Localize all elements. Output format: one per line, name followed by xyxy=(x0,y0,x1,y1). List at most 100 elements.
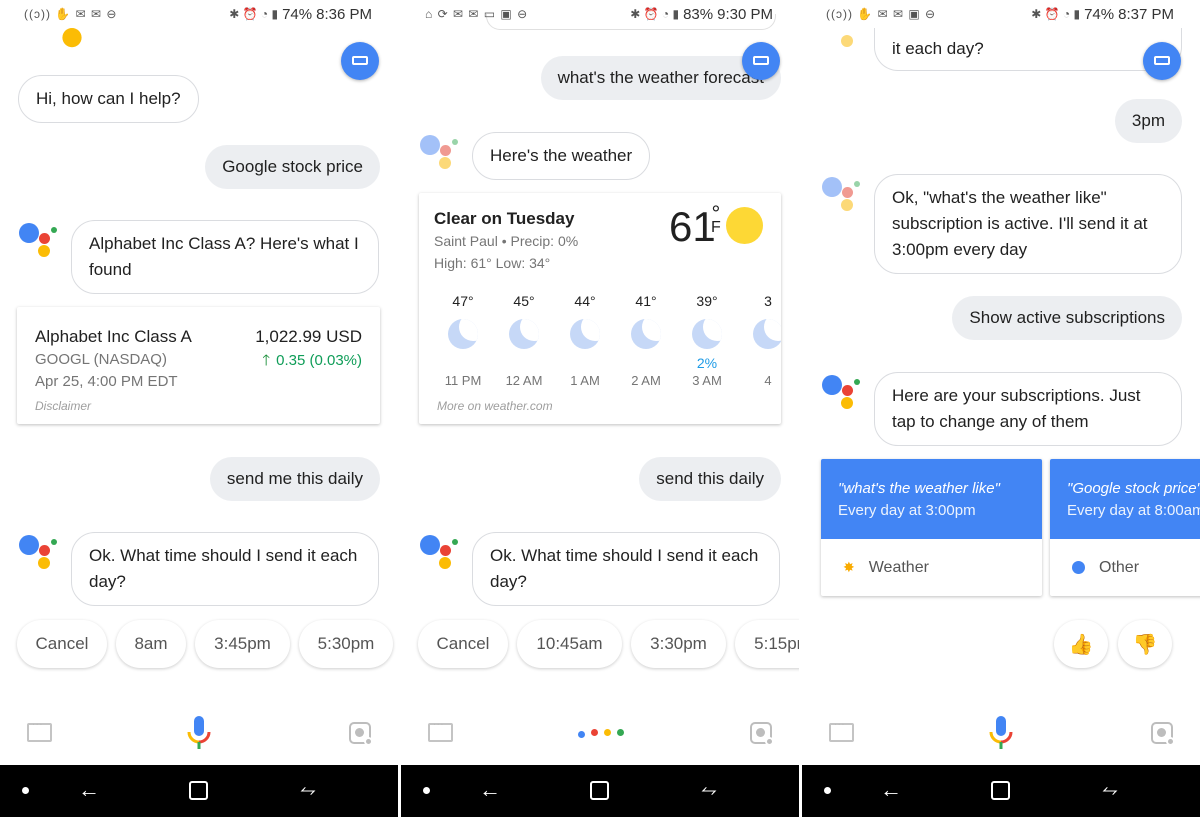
navigation-bar: ← ⥊ xyxy=(401,765,799,817)
weather-high-low: High: 61° Low: 34° xyxy=(434,255,551,271)
hour-time: 12 AM xyxy=(505,373,543,388)
home-icon[interactable] xyxy=(189,781,208,800)
system-icons: ✱ ⏰ ◔ ▮ xyxy=(229,7,279,21)
keyboard-icon[interactable] xyxy=(27,719,52,742)
back-icon[interactable]: ← xyxy=(479,777,501,803)
clock: 9:30 PM xyxy=(717,5,773,23)
moon-icon xyxy=(631,319,661,349)
system-icons: ✱ ⏰ ◔ ▮ xyxy=(630,7,680,21)
microphone-icon[interactable] xyxy=(988,716,1014,750)
battery-level: 83% xyxy=(683,5,714,23)
input-bar xyxy=(401,700,799,765)
subscription-card[interactable]: "what's the weather like" Every day at 3:… xyxy=(821,459,1042,596)
keyboard-icon[interactable] xyxy=(829,719,854,742)
home-icon[interactable] xyxy=(590,781,609,800)
suggestion-chip[interactable]: 5:15pm xyxy=(735,620,799,668)
assistant-message: Ok, "what's the weather like" subscripti… xyxy=(874,174,1182,274)
hourly-forecast: 47° 11 PM 45° 12 AM 44° 1 AM 41° 2 AM 39° 2% 3 AM 3… xyxy=(419,293,781,403)
assistant-greeting: Hi, how can I help? xyxy=(18,75,199,123)
clock: 8:36 PM xyxy=(316,5,372,23)
suggestion-chip-cancel[interactable]: Cancel xyxy=(418,620,508,668)
nav-dot-icon[interactable] xyxy=(824,787,831,794)
notification-icons: ((ↄ)) ✋ ✉ ✉ ⊖ xyxy=(24,7,118,21)
subscription-category: Weather xyxy=(868,558,929,576)
hour-time: 3 AM xyxy=(692,373,722,388)
system-icons: ✱ ⏰ ◔ ▮ xyxy=(1031,7,1081,21)
forecast-hour: 47° 11 PM xyxy=(438,293,488,388)
thumbs-down-icon: 👎 xyxy=(1132,633,1158,656)
stock-card[interactable]: Alphabet Inc Class A GOOGL (NASDAQ) Apr … xyxy=(17,307,380,424)
keyboard-toggle-button[interactable] xyxy=(742,42,780,80)
hour-temp: 3 xyxy=(764,293,772,309)
unit-label: F xyxy=(711,219,721,236)
user-message: Show active subscriptions xyxy=(952,296,1182,340)
thumbs-up-button[interactable]: 👍 xyxy=(1054,620,1108,668)
assistant-message: Here are your subscriptions. Just tap to… xyxy=(874,372,1182,446)
assistant-logo xyxy=(19,220,59,260)
keyboard-icon[interactable] xyxy=(428,719,453,742)
assistant-logo xyxy=(822,372,862,412)
stock-change: 🡑 0.35 (0.03%) xyxy=(262,350,362,375)
nav-dot-icon[interactable] xyxy=(22,787,29,794)
keyboard-toggle-button[interactable] xyxy=(1143,42,1181,80)
hour-temp: 41° xyxy=(635,293,657,309)
battery-level: 74% xyxy=(1084,5,1115,23)
assistant-message: Ok. What time should I send it each day? xyxy=(71,532,379,606)
moon-icon xyxy=(753,319,781,349)
weather-card[interactable]: Clear on Tuesday Saint Paul • Precip: 0%… xyxy=(419,193,781,424)
nav-dot-icon[interactable] xyxy=(423,787,430,794)
keyboard-toggle-button[interactable] xyxy=(341,42,379,80)
weather-location: Saint Paul • Precip: 0% xyxy=(434,233,579,249)
suggestion-chip[interactable]: 8am xyxy=(116,620,186,668)
user-message: send this daily xyxy=(639,457,781,501)
stock-disclaimer-link[interactable]: Disclaimer xyxy=(35,399,91,413)
subscription-query: "Google stock price" xyxy=(1067,480,1200,497)
phone-screen-weather: ⌂ ⟳ ✉ ✉ ▭ ▣ ⊖ ✱ ⏰ ◔ ▮ 83% 9:30 PM what's t… xyxy=(401,0,799,817)
weather-more-link[interactable]: More on weather.com xyxy=(437,399,553,413)
moon-icon xyxy=(509,319,539,349)
assistant-logo xyxy=(19,532,59,572)
forecast-hour: 34 xyxy=(743,293,781,388)
home-icon[interactable] xyxy=(991,781,1010,800)
notification-icons: ((ↄ)) ✋ ✉ ✉ ▣ ⊖ xyxy=(826,7,937,21)
lens-icon[interactable] xyxy=(750,722,774,746)
weather-icon: ✸ xyxy=(843,559,855,575)
recents-icon[interactable]: ⥊ xyxy=(300,779,316,802)
phone-screen-stock: ((ↄ)) ✋ ✉ ✉ ⊖ ✱ ⏰ ◔ ▮ 74% 8:36 PM Hi, how … xyxy=(0,0,398,817)
battery-level: 74% xyxy=(282,5,313,23)
back-icon[interactable]: ← xyxy=(880,777,902,803)
suggestion-chip-cancel[interactable]: Cancel xyxy=(17,620,107,668)
sun-icon xyxy=(726,207,763,244)
thumbs-down-button[interactable]: 👎 xyxy=(1118,620,1172,668)
assistant-logo xyxy=(822,174,862,214)
suggestion-chip[interactable]: 10:45am xyxy=(517,620,622,668)
arrow-up-icon: 🡑 xyxy=(262,352,271,369)
hour-precip xyxy=(499,355,549,373)
status-bar: ⌂ ⟳ ✉ ✉ ▭ ▣ ⊖ ✱ ⏰ ◔ ▮ 83% 9:30 PM xyxy=(401,0,799,28)
clock: 8:37 PM xyxy=(1118,5,1174,23)
microphone-icon[interactable] xyxy=(186,716,212,750)
user-message: Google stock price xyxy=(205,145,380,189)
phone-screen-subscriptions: ((ↄ)) ✋ ✉ ✉ ▣ ⊖ ✱ ⏰ ◔ ▮ 74% 8:37 PM it eac… xyxy=(802,0,1200,817)
moon-icon xyxy=(692,319,722,349)
forecast-hour: 45° 12 AM xyxy=(499,293,549,388)
suggestion-chip[interactable]: 5:30pm xyxy=(299,620,393,668)
notification-icons: ⌂ ⟳ ✉ ✉ ▭ ▣ ⊖ xyxy=(425,7,529,21)
lens-icon[interactable] xyxy=(1151,722,1175,746)
user-message: 3pm xyxy=(1114,99,1182,143)
subscription-category: Other xyxy=(1099,558,1140,576)
subscription-schedule: Every day at 8:00am xyxy=(1067,502,1200,519)
subscription-card[interactable]: "Google stock price" Every day at 8:00am … xyxy=(1050,459,1200,596)
stock-change-value: 0.35 (0.03%) xyxy=(276,352,362,369)
lens-icon[interactable] xyxy=(349,722,373,746)
recents-icon[interactable]: ⥊ xyxy=(1102,779,1118,802)
suggestion-chip[interactable]: 3:30pm xyxy=(631,620,726,668)
hour-precip xyxy=(560,355,610,373)
hour-time: 4 xyxy=(764,373,772,388)
back-icon[interactable]: ← xyxy=(78,777,100,803)
assistant-message-text: it each day? xyxy=(892,39,984,58)
moon-icon xyxy=(570,319,600,349)
suggestion-chip[interactable]: 3:45pm xyxy=(195,620,290,668)
recents-icon[interactable]: ⥊ xyxy=(701,779,717,802)
stock-name: Alphabet Inc Class A xyxy=(35,327,192,346)
